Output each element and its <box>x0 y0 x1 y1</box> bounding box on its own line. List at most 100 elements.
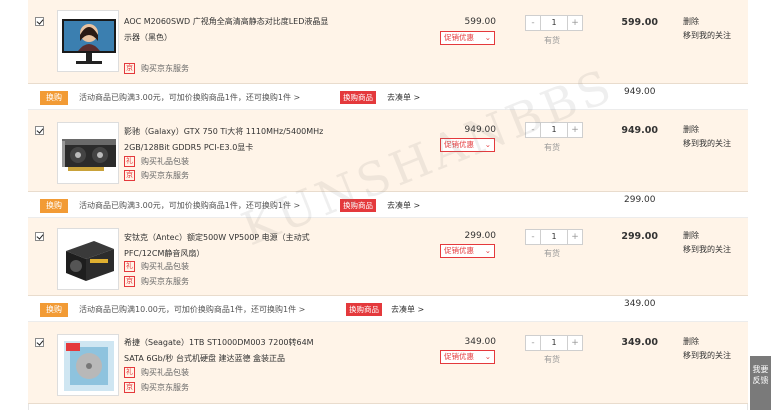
service-option[interactable]: 京 购买京东服务 <box>124 275 189 287</box>
promo-tag[interactable]: 换购商品 <box>346 303 382 316</box>
cart-item: 希捷（Seagate）1TB ST1000DM003 7200转64M SATA… <box>28 322 748 404</box>
service-label: 购买礼品包装 <box>141 261 189 271</box>
promo-amount: 299.00 <box>624 195 656 205</box>
unit-price: 599.00 <box>464 17 497 27</box>
chevron-down-icon: ⌄ <box>484 352 491 361</box>
qty-input[interactable]: 1 <box>540 230 568 244</box>
delete-link[interactable]: 删除 <box>683 15 731 29</box>
item-subtotal: 349.00 <box>621 337 658 348</box>
product-title[interactable]: 安钛克（Antec）额定500W VP500P 电源（主动式PFC/12CM静音… <box>124 230 334 262</box>
go-shopping-link[interactable]: 去凑单 > <box>391 304 424 315</box>
move-to-favorites-link[interactable]: 移到我的关注 <box>683 243 731 257</box>
gift-wrap-icon: 礼 <box>124 366 135 378</box>
item-checkbox[interactable] <box>35 126 44 135</box>
gift-wrap-icon: 礼 <box>124 260 135 272</box>
gift-wrap-icon: 礼 <box>124 155 135 167</box>
qty-input[interactable]: 1 <box>540 123 568 137</box>
item-checkbox[interactable] <box>35 232 44 241</box>
product-title[interactable]: 希捷（Seagate）1TB ST1000DM003 7200转64M SATA… <box>124 335 334 367</box>
promo-amount: 349.00 <box>624 299 656 309</box>
promo-row: 换购 活动商品已购满10.00元，可加价换购商品1件，还可换购1件 > 换购商品… <box>28 296 748 322</box>
qty-decrease-button[interactable]: - <box>526 16 540 30</box>
service-label: 购买京东服务 <box>141 170 189 180</box>
delete-link[interactable]: 删除 <box>683 335 731 349</box>
service-option[interactable]: 礼 购买礼品包装 <box>124 366 189 378</box>
service-option[interactable]: 礼 购买礼品包装 <box>124 260 189 272</box>
quantity-stepper[interactable]: - 1 + <box>525 15 583 31</box>
delete-link[interactable]: 删除 <box>683 229 731 243</box>
promo-text[interactable]: 活动商品已购满10.00元，可加价换购商品1件，还可换购1件 > <box>79 304 305 315</box>
service-label: 购买礼品包装 <box>141 367 189 377</box>
quantity-stepper[interactable]: - 1 + <box>525 229 583 245</box>
promo-tag[interactable]: 换购商品 <box>340 199 376 212</box>
qty-decrease-button[interactable]: - <box>526 336 540 350</box>
service-option[interactable]: 京 购买京东服务 <box>124 62 189 74</box>
chevron-down-icon: ⌄ <box>484 246 491 255</box>
qty-input[interactable]: 1 <box>540 336 568 350</box>
item-subtotal: 599.00 <box>621 17 658 28</box>
promo-amount: 949.00 <box>624 87 656 97</box>
cart-item: 安钛克（Antec）额定500W VP500P 电源（主动式PFC/12CM静音… <box>28 218 748 296</box>
jd-service-icon: 京 <box>124 381 135 393</box>
promo-text[interactable]: 活动商品已购满3.00元，可加价换购商品1件，还可换购1件 > <box>79 200 300 211</box>
stock-status: 有货 <box>544 36 560 45</box>
qty-increase-button[interactable]: + <box>568 230 582 244</box>
service-label: 购买京东服务 <box>141 276 189 286</box>
quantity-stepper[interactable]: - 1 + <box>525 335 583 351</box>
product-image-monitor[interactable] <box>57 10 119 72</box>
qty-decrease-button[interactable]: - <box>526 230 540 244</box>
quantity-stepper[interactable]: - 1 + <box>525 122 583 138</box>
item-actions: 删除 移到我的关注 <box>683 123 731 151</box>
qty-increase-button[interactable]: + <box>568 123 582 137</box>
product-title[interactable]: 影驰（Galaxy）GTX 750 Ti大将 1110MHz/5400MHz 2… <box>124 124 334 156</box>
cart-item: 影驰（Galaxy）GTX 750 Ti大将 1110MHz/5400MHz 2… <box>28 110 748 192</box>
item-actions: 删除 移到我的关注 <box>683 229 731 257</box>
promo-text[interactable]: 活动商品已购满3.00元，可加价换购商品1件，还可换购1件 > <box>79 92 300 103</box>
unit-price: 949.00 <box>464 125 497 135</box>
product-title[interactable]: AOC M2060SWD 广视角全高清高静态对比度LED液晶显示器（黑色） <box>124 14 334 46</box>
promo-dropdown-label: 促销优惠 <box>444 352 474 361</box>
feedback-side-tab[interactable]: 我要反馈 <box>750 356 771 410</box>
move-to-favorites-link[interactable]: 移到我的关注 <box>683 29 731 43</box>
qty-increase-button[interactable]: + <box>568 336 582 350</box>
move-to-favorites-link[interactable]: 移到我的关注 <box>683 137 731 151</box>
item-actions: 删除 移到我的关注 <box>683 335 731 363</box>
qty-decrease-button[interactable]: - <box>526 123 540 137</box>
chevron-down-icon: ⌄ <box>484 33 491 42</box>
promo-tag[interactable]: 换购商品 <box>340 91 376 104</box>
promo-dropdown-label: 促销优惠 <box>444 140 474 149</box>
stock-status: 有货 <box>544 249 560 258</box>
service-option[interactable]: 京 购买京东服务 <box>124 169 189 181</box>
qty-increase-button[interactable]: + <box>568 16 582 30</box>
promo-dropdown[interactable]: 促销优惠 ⌄ <box>440 31 495 45</box>
service-option[interactable]: 京 购买京东服务 <box>124 381 189 393</box>
move-to-favorites-link[interactable]: 移到我的关注 <box>683 349 731 363</box>
unit-price: 299.00 <box>464 231 497 241</box>
service-label: 购买京东服务 <box>141 63 189 73</box>
item-checkbox[interactable] <box>35 338 44 347</box>
promo-badge: 换购 <box>40 303 68 317</box>
promo-dropdown[interactable]: 促销优惠 ⌄ <box>440 350 495 364</box>
product-image-graphics-card[interactable] <box>57 122 119 184</box>
unit-price: 349.00 <box>464 337 497 347</box>
qty-input[interactable]: 1 <box>540 16 568 30</box>
product-image-hard-drive[interactable] <box>57 334 119 396</box>
item-actions: 删除 移到我的关注 <box>683 15 731 43</box>
promo-dropdown[interactable]: 促销优惠 ⌄ <box>440 138 495 152</box>
promo-row: 换购 活动商品已购满3.00元，可加价换购商品1件，还可换购1件 > 换购商品 … <box>28 192 748 218</box>
delete-link[interactable]: 删除 <box>683 123 731 137</box>
item-subtotal: 299.00 <box>621 231 658 242</box>
promo-badge: 换购 <box>40 199 68 213</box>
item-checkbox[interactable] <box>35 17 44 26</box>
go-shopping-link[interactable]: 去凑单 > <box>387 200 420 211</box>
jd-service-icon: 京 <box>124 169 135 181</box>
stock-status: 有货 <box>544 355 560 364</box>
promo-dropdown-label: 促销优惠 <box>444 33 474 42</box>
stock-status: 有货 <box>544 143 560 152</box>
go-shopping-link[interactable]: 去凑单 > <box>387 92 420 103</box>
product-image-power-supply[interactable] <box>57 228 119 290</box>
promo-dropdown[interactable]: 促销优惠 ⌄ <box>440 244 495 258</box>
jd-service-icon: 京 <box>124 275 135 287</box>
service-label: 购买京东服务 <box>141 382 189 392</box>
service-option[interactable]: 礼 购买礼品包装 <box>124 155 189 167</box>
